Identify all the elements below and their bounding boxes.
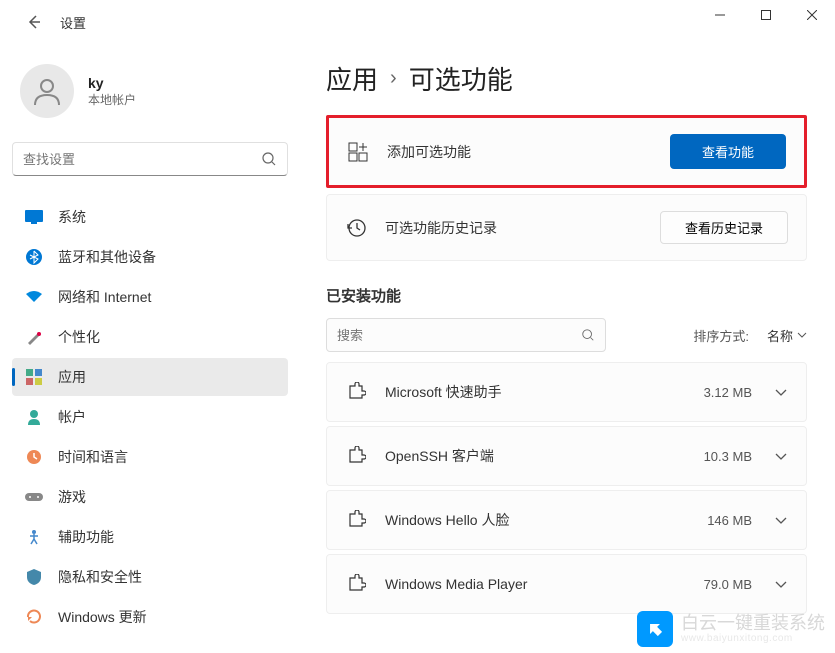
puzzle-icon [345, 509, 367, 531]
accessibility-icon [24, 527, 44, 547]
minimize-button[interactable] [697, 0, 743, 30]
gaming-icon [24, 487, 44, 507]
window-title: 设置 [60, 13, 86, 32]
nav-label: 隐私和安全性 [58, 567, 142, 587]
sidebar-item-bluetooth[interactable]: 蓝牙和其他设备 [12, 238, 288, 276]
installed-title: 已安装功能 [326, 285, 807, 306]
titlebar: 设置 [0, 0, 835, 44]
privacy-icon [24, 567, 44, 587]
watermark: 白云一键重装系统 www.baiyunxitong.com [637, 611, 825, 647]
main-content: 应用 › 可选功能 添加可选功能 查看功能 可选功能历史记录 查看历史记录 已安… [300, 44, 835, 653]
network-icon [24, 287, 44, 307]
person-icon [31, 75, 63, 107]
system-icon [24, 207, 44, 227]
feature-search-input[interactable] [337, 328, 581, 343]
profile[interactable]: ky 本地帐户 [12, 56, 288, 126]
nav-label: 网络和 Internet [58, 287, 151, 307]
watermark-text-cn: 白云一键重装系统 [681, 614, 825, 634]
nav-label: 应用 [58, 367, 86, 387]
sidebar-item-apps[interactable]: 应用 [12, 358, 288, 396]
time-icon [24, 447, 44, 467]
add-component-icon [347, 141, 369, 163]
watermark-text-en: www.baiyunxitong.com [681, 633, 825, 644]
avatar [20, 64, 74, 118]
sidebar-item-network[interactable]: 网络和 Internet [12, 278, 288, 316]
sidebar-item-time[interactable]: 时间和语言 [12, 438, 288, 476]
close-button[interactable] [789, 0, 835, 30]
nav-label: 游戏 [58, 487, 86, 507]
sidebar-item-system[interactable]: 系统 [12, 198, 288, 236]
sidebar-item-personalization[interactable]: 个性化 [12, 318, 288, 356]
search-icon [581, 328, 595, 342]
nav-label: 辅助功能 [58, 527, 114, 547]
sidebar-item-accessibility[interactable]: 辅助功能 [12, 518, 288, 556]
bluetooth-icon [24, 247, 44, 267]
search-icon [261, 151, 277, 167]
sidebar-item-update[interactable]: Windows 更新 [12, 598, 288, 636]
window-controls [697, 0, 835, 30]
filters-row: 排序方式: 名称 [326, 318, 807, 352]
feature-name: Windows Hello 人脸 [385, 510, 707, 530]
chevron-down-icon[interactable] [774, 517, 788, 524]
sidebar-item-gaming[interactable]: 游戏 [12, 478, 288, 516]
back-button[interactable] [20, 8, 48, 36]
sidebar-item-privacy[interactable]: 隐私和安全性 [12, 558, 288, 596]
breadcrumb-current: 可选功能 [409, 60, 513, 97]
search-settings[interactable] [12, 142, 288, 176]
feature-search[interactable] [326, 318, 606, 352]
search-input[interactable] [23, 152, 261, 167]
feature-item[interactable]: Windows Media Player 79.0 MB [326, 554, 807, 614]
chevron-right-icon: › [390, 67, 397, 90]
feature-size: 146 MB [707, 513, 752, 528]
feature-size: 79.0 MB [704, 577, 752, 592]
add-feature-label: 添加可选功能 [387, 142, 670, 162]
sort-value-text: 名称 [767, 326, 793, 345]
history-icon [345, 217, 367, 239]
add-feature-card: 添加可选功能 查看功能 [326, 115, 807, 188]
apps-icon [24, 367, 44, 387]
nav-label: 时间和语言 [58, 447, 128, 467]
view-history-button[interactable]: 查看历史记录 [660, 211, 788, 244]
feature-item[interactable]: Microsoft 快速助手 3.12 MB [326, 362, 807, 422]
chevron-down-icon[interactable] [774, 389, 788, 396]
feature-name: Microsoft 快速助手 [385, 382, 704, 402]
nav-label: 帐户 [58, 407, 86, 427]
feature-size: 3.12 MB [704, 385, 752, 400]
personalization-icon [24, 327, 44, 347]
puzzle-icon [345, 573, 367, 595]
feature-size: 10.3 MB [704, 449, 752, 464]
puzzle-icon [345, 381, 367, 403]
sidebar-item-accounts[interactable]: 帐户 [12, 398, 288, 436]
watermark-logo-icon [637, 611, 673, 647]
history-card: 可选功能历史记录 查看历史记录 [326, 194, 807, 261]
back-arrow-icon [26, 14, 42, 30]
nav-label: Windows 更新 [58, 607, 147, 627]
view-features-button[interactable]: 查看功能 [670, 134, 786, 169]
nav-label: 蓝牙和其他设备 [58, 247, 156, 267]
profile-name: ky [88, 75, 136, 91]
feature-item[interactable]: Windows Hello 人脸 146 MB [326, 490, 807, 550]
nav-label: 系统 [58, 207, 86, 227]
profile-subtitle: 本地帐户 [88, 91, 136, 108]
update-icon [24, 607, 44, 627]
chevron-down-icon [797, 332, 807, 338]
accounts-icon [24, 407, 44, 427]
nav-label: 个性化 [58, 327, 100, 347]
feature-name: OpenSSH 客户端 [385, 446, 704, 466]
puzzle-icon [345, 445, 367, 467]
feature-item[interactable]: OpenSSH 客户端 10.3 MB [326, 426, 807, 486]
feature-name: Windows Media Player [385, 576, 704, 592]
chevron-down-icon[interactable] [774, 581, 788, 588]
chevron-down-icon[interactable] [774, 453, 788, 460]
sidebar: ky 本地帐户 系统 蓝牙和其他设备 网络和 Internet 个性化 应用 帐… [0, 44, 300, 653]
breadcrumb: 应用 › 可选功能 [326, 60, 807, 97]
sort-dropdown[interactable]: 名称 [767, 326, 807, 345]
maximize-button[interactable] [743, 0, 789, 30]
breadcrumb-parent[interactable]: 应用 [326, 60, 378, 97]
history-label: 可选功能历史记录 [385, 218, 660, 238]
sort-label: 排序方式: [693, 326, 749, 345]
